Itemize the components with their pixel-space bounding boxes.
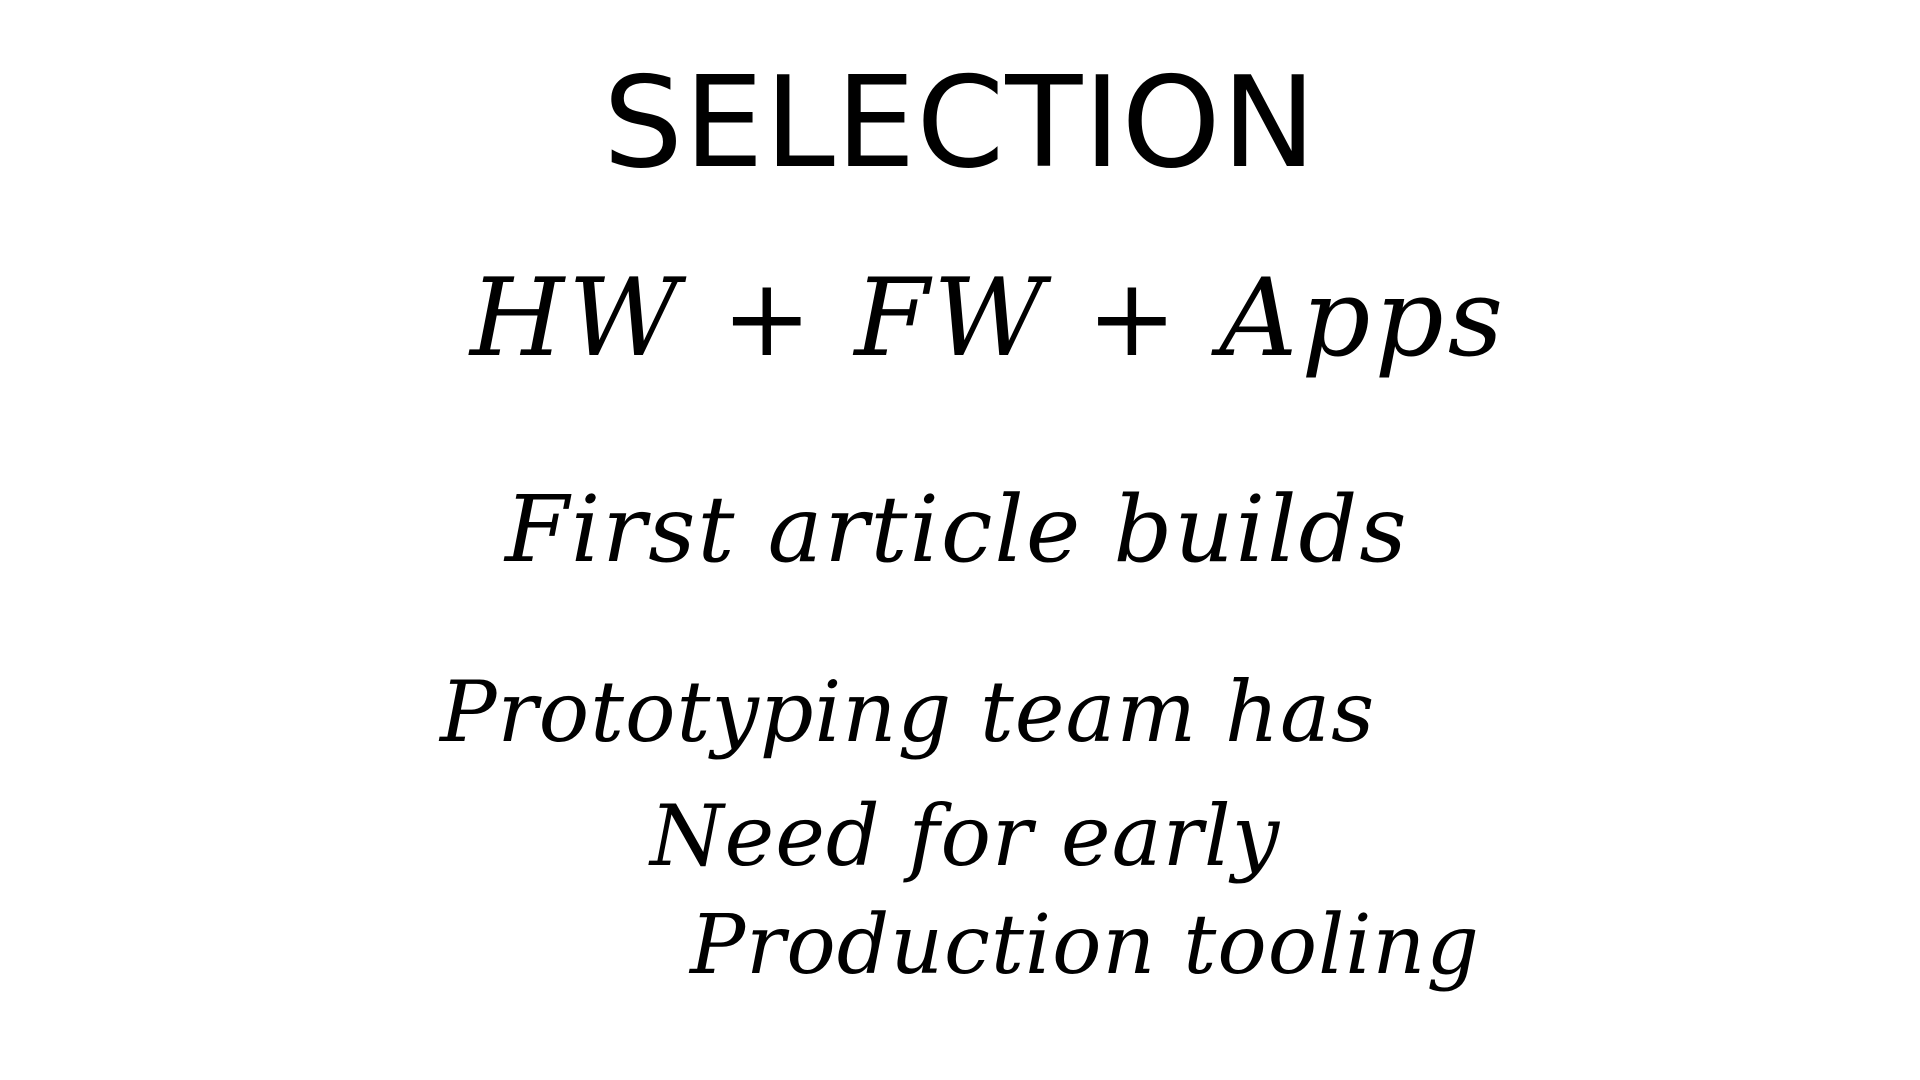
handwritten-line-need-for-early: Need for early (650, 787, 1281, 885)
slide-title: SELECTION (603, 49, 1317, 196)
slide: SELECTION HW + FW + Apps First article b… (0, 0, 1920, 1080)
handwritten-line-hw-fw-apps: HW + FW + Apps (470, 256, 1508, 381)
handwritten-line-production-tooling: Production tooling (690, 898, 1480, 993)
handwritten-line-prototyping-team: Prototyping team has (440, 663, 1376, 761)
handwritten-line-first-article-builds: First article builds (505, 476, 1409, 583)
